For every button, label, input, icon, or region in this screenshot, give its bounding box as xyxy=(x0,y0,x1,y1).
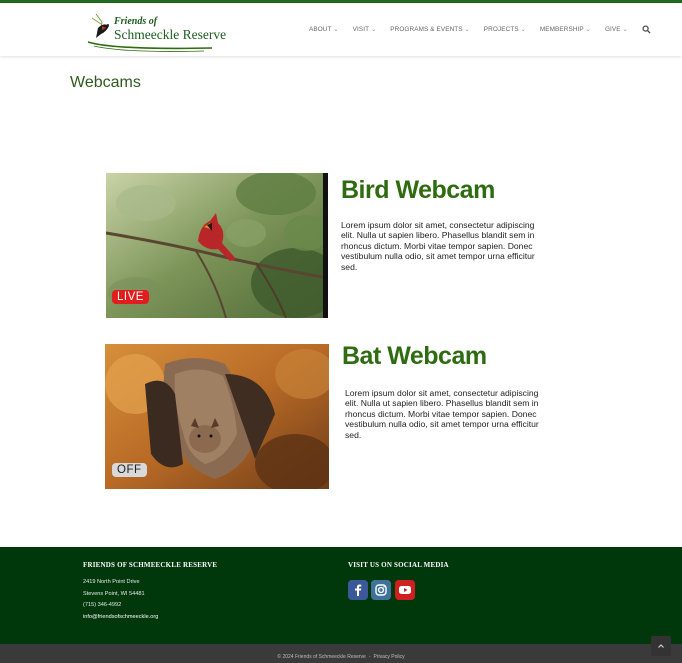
privacy-policy-link[interactable]: Privacy Policy xyxy=(374,654,405,660)
footer-address-line2: Stevens Point, WI 54481 xyxy=(83,591,145,597)
logo-text-line2: Schmeeckle Reserve xyxy=(114,27,227,42)
copyright-separator: - xyxy=(368,654,371,660)
bat-webcam-description: Lorem ipsum dolor sit amet, consectetur … xyxy=(345,388,539,440)
nav-item-about[interactable]: ABOUT ⌄ xyxy=(309,26,339,33)
scroll-to-top-button[interactable] xyxy=(651,636,671,656)
instagram-icon[interactable] xyxy=(371,580,391,600)
footer-phone[interactable]: (715) 346-4992 xyxy=(83,602,121,608)
copyright-text: © 2024 Friends of Schmeeckle Reserve xyxy=(277,654,366,660)
search-icon[interactable] xyxy=(642,25,651,34)
main-nav: ABOUT ⌄ VISIT ⌄ PROGRAMS & EVENTS ⌄ PROJECT… xyxy=(309,25,651,34)
chevron-down-icon: ⌄ xyxy=(520,27,526,33)
off-status-badge: OFF xyxy=(112,463,147,477)
chevron-down-icon: ⌄ xyxy=(464,27,470,33)
youtube-icon[interactable] xyxy=(395,580,415,600)
nav-item-membership[interactable]: MEMBERSHIP ⌄ xyxy=(540,26,591,33)
footer-org-heading: FRIENDS OF SCHMEECKLE RESERVE xyxy=(83,561,218,569)
facebook-icon[interactable] xyxy=(348,580,368,600)
nav-item-visit[interactable]: VISIT ⌄ xyxy=(353,26,377,33)
logo-text-line1: Friends of xyxy=(114,16,158,27)
footer-social-heading: VISIT US ON SOCIAL MEDIA xyxy=(348,561,449,569)
nav-item-projects[interactable]: PROJECTS ⌄ xyxy=(484,26,526,33)
page: Friends of Schmeeckle Reserve ABOUT ⌄ VIS… xyxy=(0,0,682,663)
chevron-down-icon: ⌄ xyxy=(622,27,628,33)
site-footer: FRIENDS OF SCHMEECKLE RESERVE 2419 North… xyxy=(0,547,682,644)
bird-webcam-title[interactable]: Bird Webcam xyxy=(341,176,495,205)
footer-address-line1: 2419 North Point Drive xyxy=(83,579,140,585)
chevron-down-icon: ⌄ xyxy=(585,27,591,33)
bottom-bar: © 2024 Friends of Schmeeckle Reserve - Pri… xyxy=(0,644,682,663)
page-title: Webcams xyxy=(70,74,141,91)
nav-item-programs-events[interactable]: PROGRAMS & EVENTS ⌄ xyxy=(390,26,470,33)
chevron-down-icon: ⌄ xyxy=(371,27,377,33)
footer-email-link[interactable]: info@friendsofschmeeckle.org xyxy=(83,614,158,620)
chevron-down-icon: ⌄ xyxy=(333,27,339,33)
site-header: Friends of Schmeeckle Reserve ABOUT ⌄ VIS… xyxy=(0,3,682,56)
copyright: © 2024 Friends of Schmeeckle Reserve - Pri… xyxy=(0,654,682,660)
bat-webcam-title[interactable]: Bat Webcam xyxy=(342,342,487,371)
live-status-badge: LIVE xyxy=(112,290,149,304)
nav-item-give[interactable]: GIVE ⌄ xyxy=(605,26,628,33)
bird-webcam-description: Lorem ipsum dolor sit amet, consectetur … xyxy=(341,220,535,272)
